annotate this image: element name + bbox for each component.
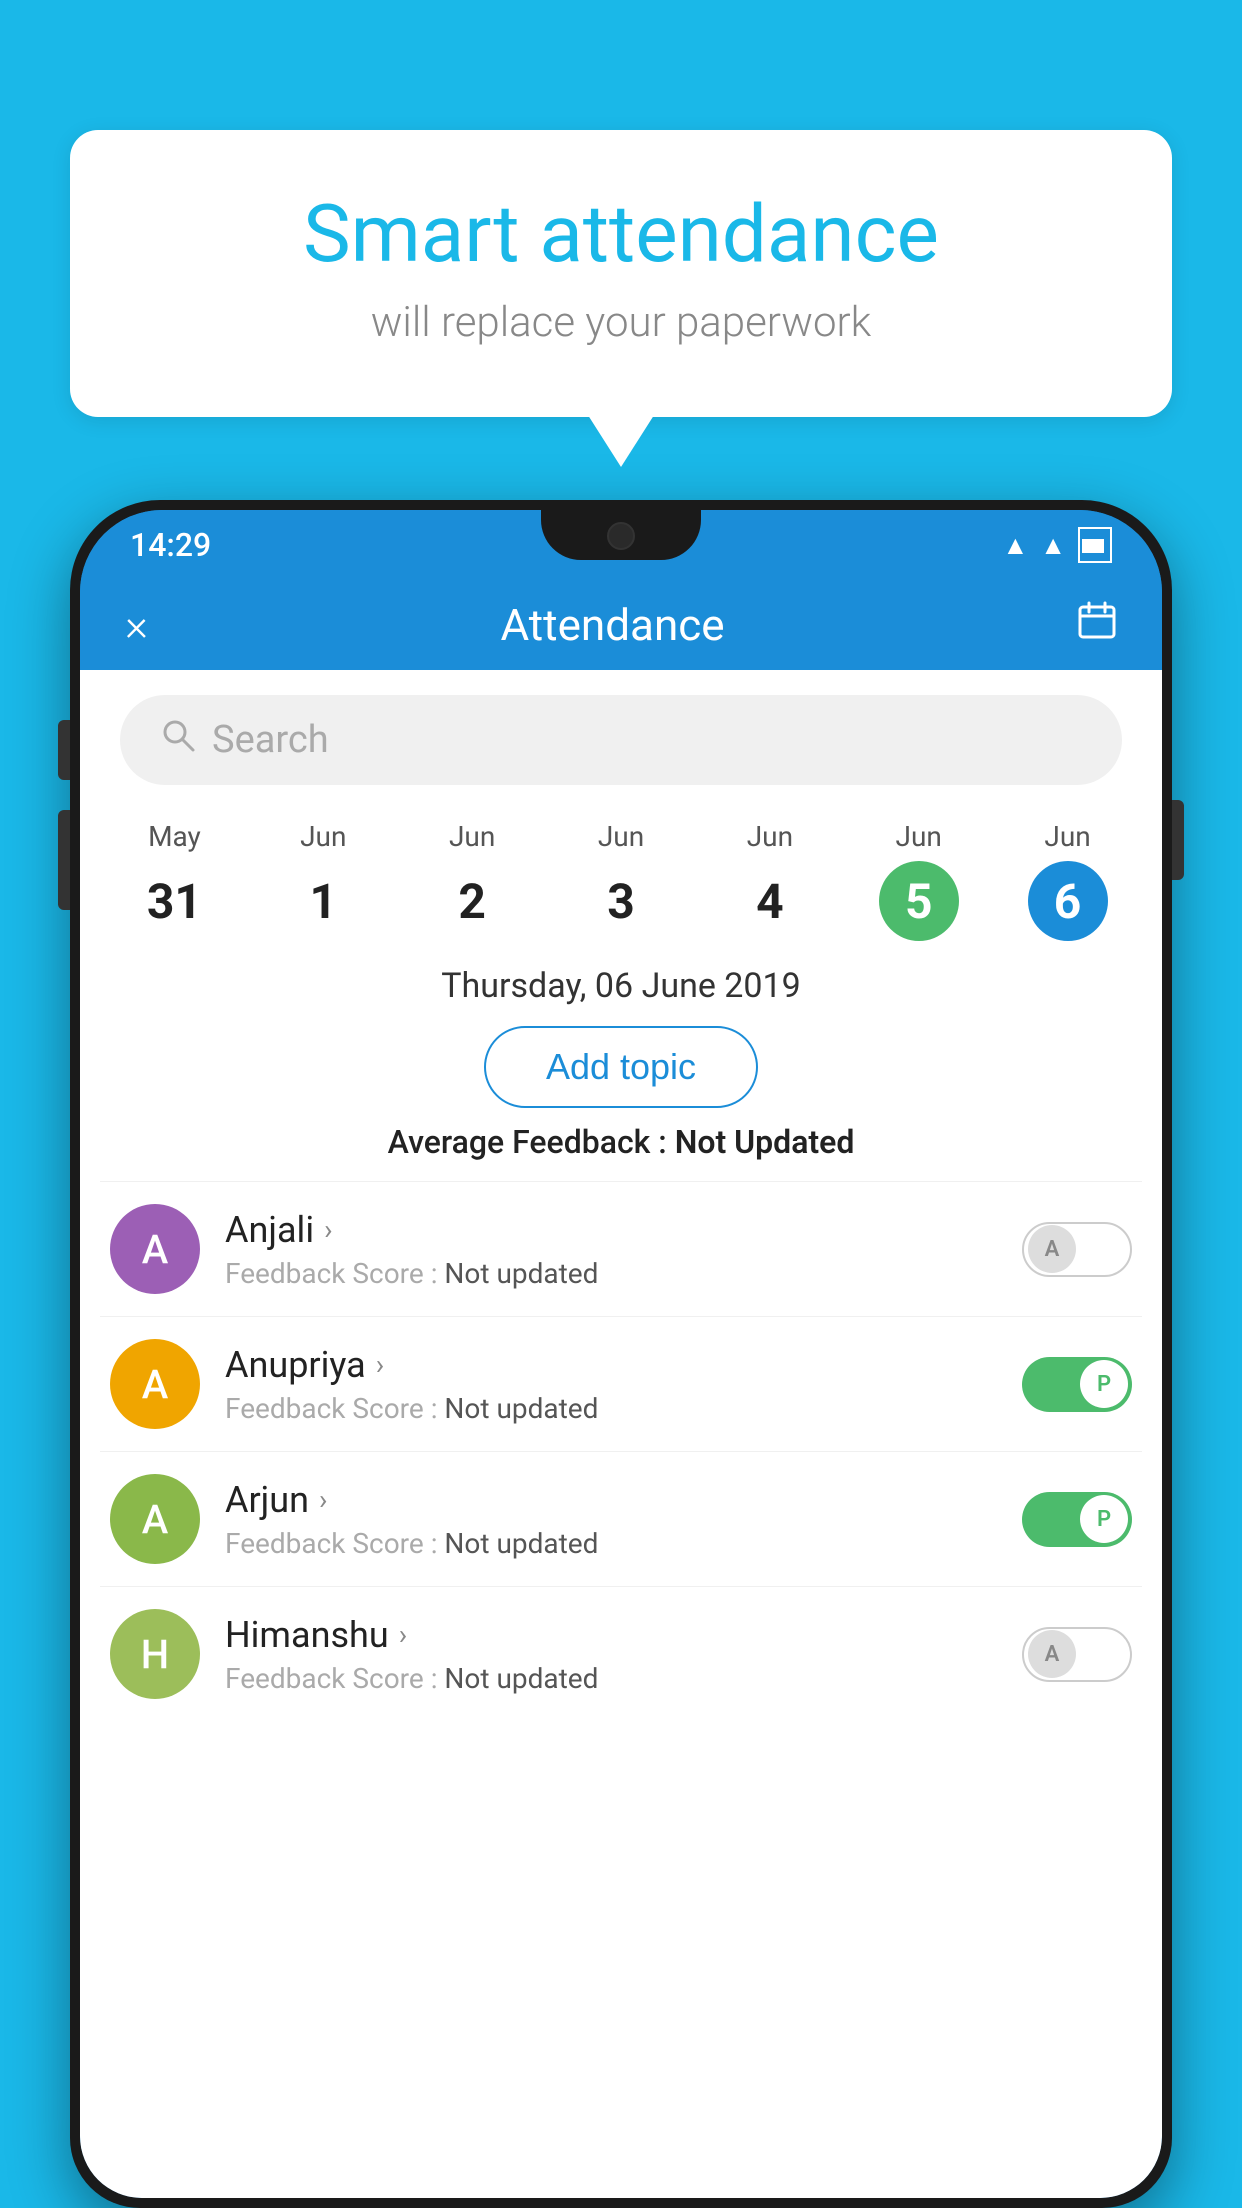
app-header: × Attendance (80, 580, 1162, 670)
attendance-toggle[interactable]: P (1022, 1492, 1132, 1547)
avg-feedback-value: Not Updated (675, 1123, 855, 1161)
feedback-value: Not updated (444, 1527, 598, 1560)
student-feedback: Feedback Score : Not updated (225, 1257, 997, 1290)
cal-month-label: Jun (695, 820, 844, 853)
volume-down-button (58, 810, 70, 910)
phone-frame: 14:29 ▲ ▲ × Attendance (70, 500, 1172, 2208)
student-item[interactable]: A Arjun › Feedback Score : Not updated P (100, 1451, 1142, 1586)
cal-day-number: 3 (581, 861, 661, 941)
cal-day-number: 5 (879, 861, 959, 941)
power-button (1172, 800, 1184, 880)
search-bar[interactable]: Search (120, 695, 1122, 785)
student-feedback: Feedback Score : Not updated (225, 1662, 997, 1695)
front-camera (607, 522, 635, 550)
student-list: AAnjali ›Feedback Score : Not updatedAAA… (80, 1181, 1162, 1721)
student-item[interactable]: H Himanshu › Feedback Score : Not updated A (100, 1586, 1142, 1721)
phone-notch (541, 510, 701, 560)
cal-day-number: 1 (283, 861, 363, 941)
cal-day-number: 2 (432, 861, 512, 941)
toggle-label: P (1080, 1495, 1128, 1543)
student-info: Anjali › Feedback Score : Not updated (225, 1209, 997, 1290)
student-info: Arjun › Feedback Score : Not updated (225, 1479, 997, 1560)
calendar-day[interactable]: Jun 3 (547, 820, 696, 941)
search-icon (160, 717, 196, 763)
calendar-day[interactable]: Jun 2 (398, 820, 547, 941)
student-item[interactable]: A Anjali › Feedback Score : Not updated A (100, 1181, 1142, 1316)
cal-month-label: Jun (993, 820, 1142, 853)
search-container: Search (80, 670, 1162, 800)
feedback-value: Not updated (444, 1392, 598, 1425)
calendar-day[interactable]: Jun 1 (249, 820, 398, 941)
student-avatar: H (110, 1609, 200, 1699)
calendar-day[interactable]: Jun 4 (695, 820, 844, 941)
cal-month-label: Jun (844, 820, 993, 853)
student-name: Himanshu › (225, 1614, 997, 1656)
student-info: Anupriya › Feedback Score : Not updated (225, 1344, 997, 1425)
student-avatar: A (110, 1339, 200, 1429)
student-feedback: Feedback Score : Not updated (225, 1527, 997, 1560)
cal-day-number: 31 (134, 861, 214, 941)
chevron-icon: › (376, 1348, 384, 1381)
student-name: Anupriya › (225, 1344, 997, 1386)
feedback-value: Not updated (444, 1257, 598, 1290)
calendar-day[interactable]: May 31 (100, 820, 249, 941)
cal-month-label: Jun (398, 820, 547, 853)
student-avatar: A (110, 1204, 200, 1294)
calendar-icon[interactable] (1077, 600, 1117, 650)
battery-icon (1078, 527, 1112, 563)
status-time: 14:29 (130, 526, 211, 564)
toggle-label: P (1080, 1360, 1128, 1408)
toggle-label: A (1028, 1630, 1076, 1678)
toggle-label: A (1028, 1225, 1076, 1273)
avg-feedback-prefix: Average Feedback : (388, 1123, 675, 1161)
cal-day-number: 4 (730, 861, 810, 941)
student-item[interactable]: A Anupriya › Feedback Score : Not updated P (100, 1316, 1142, 1451)
calendar-day[interactable]: Jun 6 (993, 820, 1142, 941)
attendance-toggle[interactable]: A (1022, 1627, 1132, 1682)
speech-bubble: Smart attendance will replace your paper… (70, 130, 1172, 417)
attendance-toggle[interactable]: P (1022, 1357, 1132, 1412)
cal-month-label: Jun (249, 820, 398, 853)
cal-month-label: Jun (547, 820, 696, 853)
add-topic-button[interactable]: Add topic (484, 1026, 758, 1108)
wifi-icon: ▲ (1003, 530, 1029, 561)
calendar-day[interactable]: Jun 5 (844, 820, 993, 941)
avg-feedback: Average Feedback : Not Updated (80, 1123, 1162, 1161)
cal-day-number: 6 (1028, 861, 1108, 941)
student-name: Anjali › (225, 1209, 997, 1251)
volume-up-button (58, 720, 70, 780)
selected-date: Thursday, 06 June 2019 (80, 946, 1162, 1026)
search-placeholder: Search (212, 718, 329, 762)
bubble-title: Smart attendance (150, 190, 1092, 278)
screen-title: Attendance (500, 599, 724, 651)
student-avatar: A (110, 1474, 200, 1564)
chevron-icon: › (399, 1618, 407, 1651)
signal-icon: ▲ (1040, 530, 1066, 561)
chevron-icon: › (319, 1483, 327, 1516)
attendance-toggle[interactable]: A (1022, 1222, 1132, 1277)
calendar-row: May 31 Jun 1 Jun 2 Jun 3 Jun 4 Jun 5 Jun 6 (80, 800, 1162, 946)
bubble-subtitle: will replace your paperwork (150, 298, 1092, 347)
feedback-value: Not updated (444, 1662, 598, 1695)
student-info: Himanshu › Feedback Score : Not updated (225, 1614, 997, 1695)
status-icons: ▲ ▲ (1003, 527, 1112, 563)
cal-month-label: May (100, 820, 249, 853)
student-feedback: Feedback Score : Not updated (225, 1392, 997, 1425)
close-button[interactable]: × (125, 599, 148, 651)
chevron-icon: › (324, 1213, 332, 1246)
content-area: Search May 31 Jun 1 Jun 2 Jun 3 Jun 4 Jun 5 Jun 6 Thu… (80, 670, 1162, 2198)
student-name: Arjun › (225, 1479, 997, 1521)
